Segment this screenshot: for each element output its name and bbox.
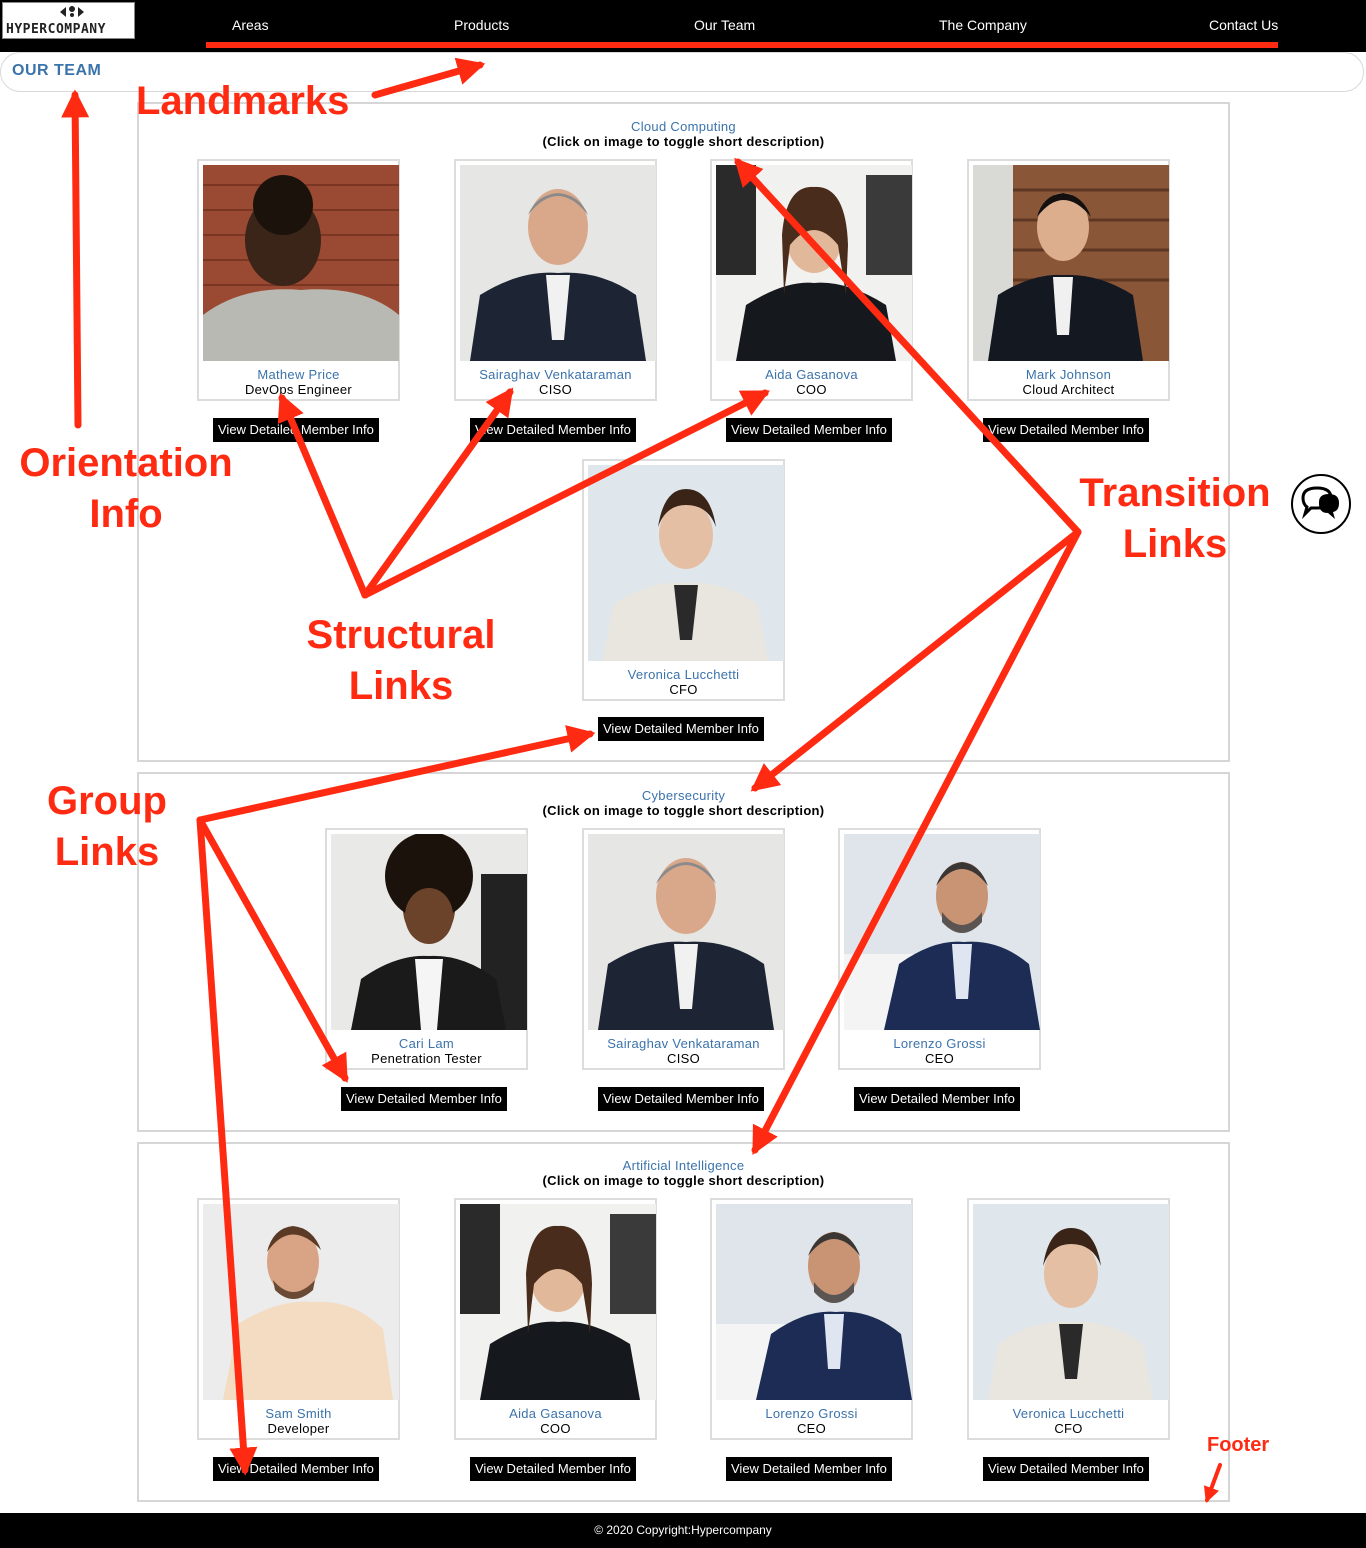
member-photo[interactable] [203, 1204, 399, 1400]
member-role: DevOps Engineer [244, 382, 353, 397]
annotation-landmarks: Landmarks [136, 79, 350, 123]
member-role: COO [540, 1421, 571, 1436]
member-photo[interactable] [588, 465, 784, 661]
member-photo[interactable] [460, 1204, 656, 1400]
breadcrumb-label: OUR TEAM [12, 62, 102, 79]
member-card: Veronica Lucchetti CFO [967, 1198, 1170, 1440]
nav-link-contact-us[interactable]: Contact Us [1209, 17, 1278, 33]
member-name: Sam Smith [265, 1406, 332, 1421]
annotation-orientation-line1: Orientation [19, 441, 233, 485]
member-photo[interactable] [973, 165, 1169, 361]
member-role: CEO [924, 1051, 955, 1066]
view-member-info-button[interactable]: View Detailed Member Info [470, 418, 636, 442]
view-member-info-button[interactable]: View Detailed Member Info [470, 1457, 636, 1481]
section-subtitle: (Click on image to toggle short descript… [542, 134, 825, 149]
nav-link-the-company[interactable]: The Company [939, 17, 1027, 33]
member-card: Sairaghav Venkataraman CISO [582, 828, 785, 1070]
member-name: Mathew Price [257, 367, 340, 382]
nav-link-our-team[interactable]: Our Team [694, 17, 755, 33]
section-title[interactable]: Artificial Intelligence [139, 1158, 1228, 1173]
member-name: Sairaghav Venkataraman [479, 367, 632, 382]
member-photo[interactable] [588, 834, 784, 1030]
view-member-info-button[interactable]: View Detailed Member Info [854, 1087, 1020, 1111]
member-photo[interactable] [844, 834, 1040, 1030]
member-role: Penetration Tester [371, 1051, 482, 1066]
member-name: Aida Gasanova [509, 1406, 602, 1421]
view-member-info-button[interactable]: View Detailed Member Info [726, 1457, 892, 1481]
member-card: Sairaghav Venkataraman CISO [454, 159, 657, 401]
member-name: Lorenzo Grossi [765, 1406, 858, 1421]
member-card: Mark Johnson Cloud Architect [967, 159, 1170, 401]
view-member-info-button[interactable]: View Detailed Member Info [213, 1457, 379, 1481]
annotation-transition-line2: Links [1122, 522, 1228, 566]
member-role: CFO [1054, 1421, 1083, 1436]
member-card: Veronica Lucchetti CFO [582, 459, 785, 701]
member-card: Lorenzo Grossi CEO [838, 828, 1041, 1070]
member-photo[interactable] [716, 1204, 912, 1400]
member-photo[interactable] [203, 165, 399, 361]
member-card: Cari Lam Penetration Tester [325, 828, 528, 1070]
member-name: Lorenzo Grossi [893, 1036, 986, 1051]
view-member-info-button[interactable]: View Detailed Member Info [598, 717, 764, 741]
member-role: Developer [267, 1421, 330, 1436]
view-member-info-button[interactable]: View Detailed Member Info [983, 1457, 1149, 1481]
member-photo[interactable] [460, 165, 656, 361]
member-name: Aida Gasanova [765, 367, 858, 382]
member-photo[interactable] [716, 165, 912, 361]
nav-link-areas[interactable]: Areas [232, 17, 269, 33]
annotation-structural-line1: Structural [306, 613, 496, 657]
top-navigation-bar: HYPERCOMPANY Areas Products Our Team The… [0, 0, 1366, 52]
annotation-footer: Footer [1207, 1434, 1270, 1456]
member-role: CEO [796, 1421, 827, 1436]
member-role: CISO [667, 1051, 700, 1066]
annotation-structural-line2: Links [348, 664, 454, 708]
view-member-info-button[interactable]: View Detailed Member Info [983, 418, 1149, 442]
member-name: Veronica Lucchetti [627, 667, 740, 682]
section-subtitle: (Click on image to toggle short descript… [542, 803, 825, 818]
annotation-transition-line1: Transition [1079, 471, 1271, 515]
member-card: Aida Gasanova COO [710, 159, 913, 401]
member-card: Aida Gasanova COO [454, 1198, 657, 1440]
member-card: Mathew Price DevOps Engineer [197, 159, 400, 401]
copyright-text: © 2020 Copyright:Hypercompany [594, 1523, 772, 1537]
member-name: Cari Lam [398, 1036, 455, 1051]
nav-underline-highlight [206, 42, 1278, 48]
logo-mark-icon [60, 6, 84, 17]
logo-text: HYPERCOMPANY [6, 22, 106, 37]
member-role: COO [796, 382, 827, 397]
annotation-group-line2: Links [54, 830, 160, 874]
page-footer: © 2020 Copyright:Hypercompany [0, 1513, 1366, 1548]
view-member-info-button[interactable]: View Detailed Member Info [341, 1087, 507, 1111]
annotation-orientation-line2: Info [89, 492, 163, 536]
section-title[interactable]: Cybersecurity [139, 788, 1228, 803]
member-photo[interactable] [973, 1204, 1169, 1400]
member-name: Mark Johnson [1025, 367, 1112, 382]
member-role: Cloud Architect [1022, 382, 1115, 397]
member-name: Sairaghav Venkataraman [607, 1036, 760, 1051]
member-photo[interactable] [331, 834, 527, 1030]
member-name: Veronica Lucchetti [1012, 1406, 1125, 1421]
company-logo[interactable]: HYPERCOMPANY [2, 2, 135, 39]
member-card: Sam Smith Developer [197, 1198, 400, 1440]
member-card: Lorenzo Grossi CEO [710, 1198, 913, 1440]
member-role: CFO [669, 682, 698, 697]
annotation-group-line1: Group [47, 779, 167, 823]
view-member-info-button[interactable]: View Detailed Member Info [726, 418, 892, 442]
nav-link-products[interactable]: Products [454, 17, 509, 33]
section-subtitle: (Click on image to toggle short descript… [542, 1173, 825, 1188]
member-role: CISO [539, 382, 572, 397]
view-member-info-button[interactable]: View Detailed Member Info [598, 1087, 764, 1111]
chat-bubbles-icon[interactable] [1291, 474, 1351, 534]
